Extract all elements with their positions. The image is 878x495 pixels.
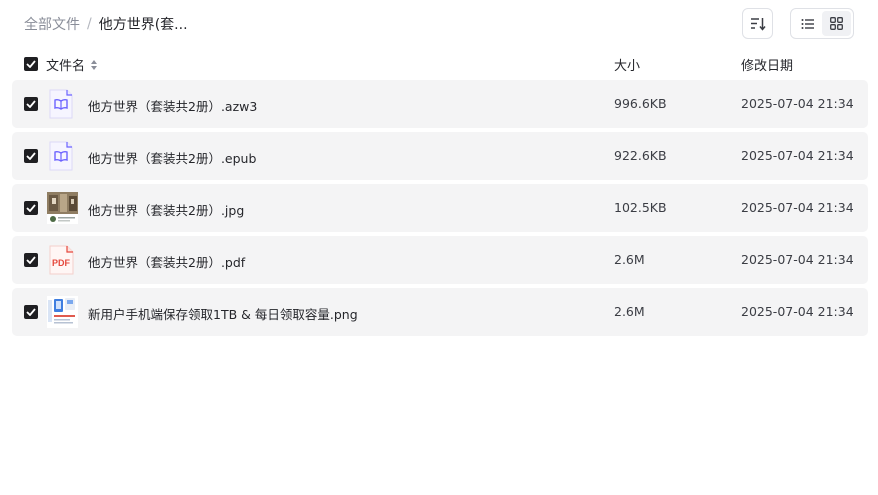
list-view-button[interactable] [793,11,822,36]
row-checkbox[interactable] [24,253,38,267]
breadcrumb-root-link[interactable]: 全部文件 [24,14,80,34]
row-checkbox[interactable] [24,97,38,111]
checkmark-icon [26,256,36,264]
book-icon [49,89,73,119]
checkmark-icon [26,152,36,160]
image-thumbnail [47,296,78,328]
sort-button[interactable] [742,8,773,39]
file-modified-date: 2025-07-04 21:34 [741,200,854,215]
size-column-header[interactable]: 大小 [614,55,640,74]
file-modified-date: 2025-07-04 21:34 [741,304,854,319]
checkmark-icon [26,308,36,316]
file-name[interactable]: 他方世界（套装共2册）.epub [88,148,256,167]
grid-view-icon [830,17,843,30]
file-size: 2.6M [614,304,645,319]
row-checkbox[interactable] [24,305,38,319]
checkmark-icon [26,60,36,68]
file-size: 102.5KB [614,200,667,215]
list-view-icon [801,18,814,29]
image-thumbnail [47,192,78,224]
breadcrumb: 全部文件 / 他方世界(套... [24,14,188,34]
breadcrumb-separator: / [87,16,92,32]
row-checkbox[interactable] [24,149,38,163]
file-name[interactable]: 新用户手机端保存领取1TB & 每日领取容量.png [88,304,358,323]
file-modified-date: 2025-07-04 21:34 [741,148,854,163]
file-name[interactable]: 他方世界（套装共2册）.azw3 [88,96,257,115]
file-modified-date: 2025-07-04 21:34 [741,96,854,111]
row-checkbox[interactable] [24,201,38,215]
modified-column-header[interactable]: 修改日期 [741,55,793,74]
file-list-header: 文件名 大小 修改日期 [12,53,868,75]
file-row[interactable]: 他方世界（套装共2册）.epub 922.6KB 2025-07-04 21:3… [12,132,868,180]
file-list: 他方世界（套装共2册）.azw3 996.6KB 2025-07-04 21:3… [12,80,868,340]
select-all-checkbox[interactable] [24,57,38,71]
file-row[interactable]: PDF 他方世界（套装共2册）.pdf 2.6M 2025-07-04 21:3… [12,236,868,284]
file-name[interactable]: 他方世界（套装共2册）.pdf [88,252,245,271]
pdf-badge: PDF [52,258,71,268]
file-name[interactable]: 他方世界（套装共2册）.jpg [88,200,244,219]
sort-toggle-icon [91,59,98,70]
file-row[interactable]: 他方世界（套装共2册）.azw3 996.6KB 2025-07-04 21:3… [12,80,868,128]
file-row[interactable]: 新用户手机端保存领取1TB & 每日领取容量.png 2.6M 2025-07-… [12,288,868,336]
grid-view-button[interactable] [822,11,851,36]
view-mode-toggle [790,8,854,39]
book-icon [49,141,73,171]
view-toolbar [742,8,854,39]
name-column-header[interactable]: 文件名 [46,55,98,74]
file-size: 2.6M [614,252,645,267]
checkmark-icon [26,204,36,212]
file-modified-date: 2025-07-04 21:34 [741,252,854,267]
checkmark-icon [26,100,36,108]
sort-icon [750,17,766,31]
file-row[interactable]: 他方世界（套装共2册）.jpg 102.5KB 2025-07-04 21:34 [12,184,868,232]
name-column-label: 文件名 [46,59,86,74]
pdf-icon: PDF [49,245,74,275]
file-size: 996.6KB [614,96,667,111]
file-size: 922.6KB [614,148,667,163]
breadcrumb-current: 他方世界(套... [98,17,188,33]
